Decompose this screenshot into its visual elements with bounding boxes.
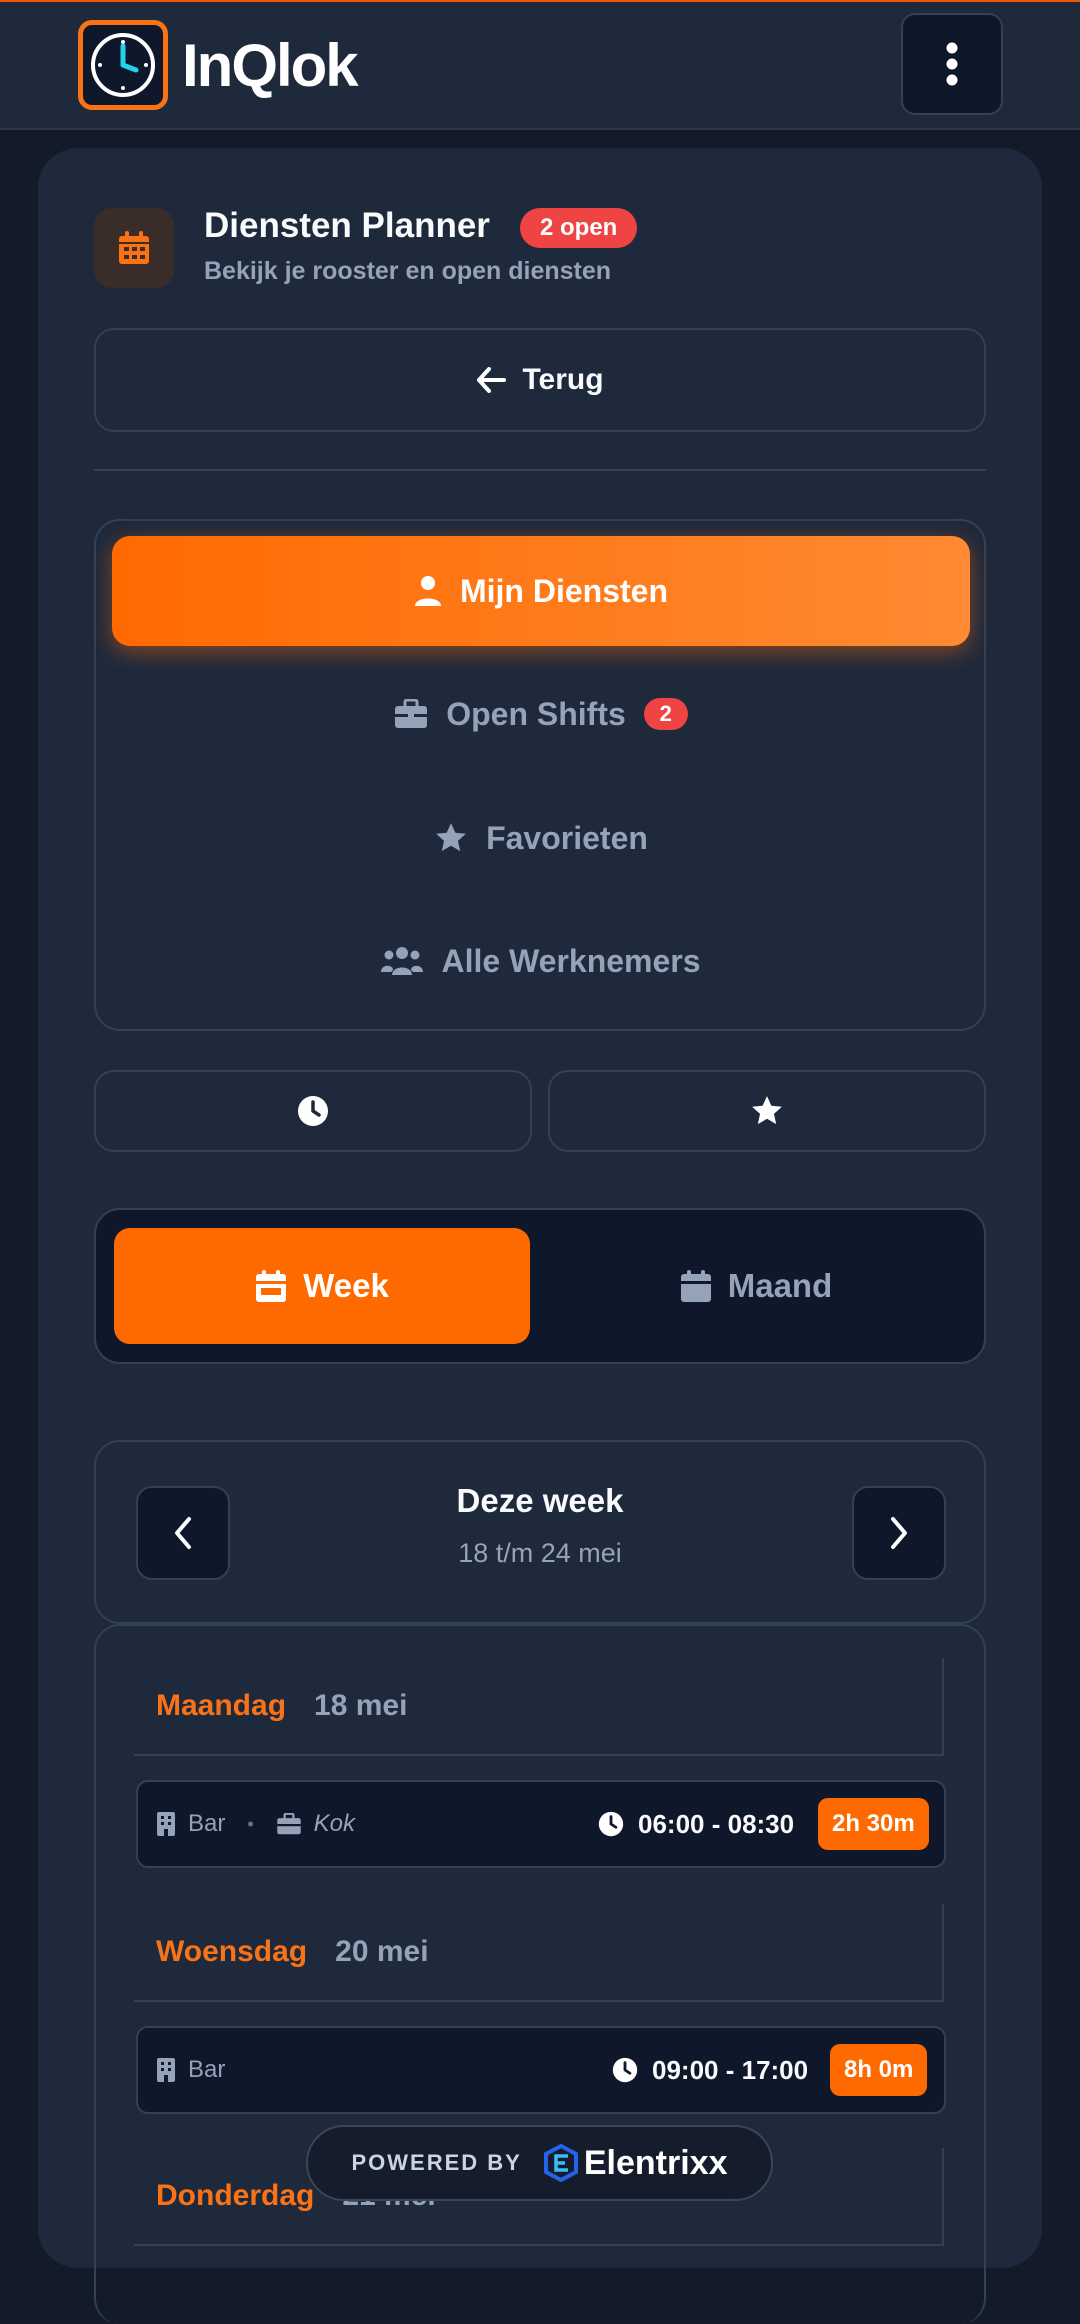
brand-name: Elentrixx <box>583 2143 728 2182</box>
tab-label: Alle Werknemers <box>441 942 701 979</box>
briefcase-icon <box>395 699 428 728</box>
day-name: Donderdag <box>156 2179 315 2212</box>
powered-by-badge[interactable]: POWERED BY Elentrixx <box>306 2125 773 2201</box>
clock-filter-button[interactable] <box>94 1070 532 1152</box>
kebab-menu-icon <box>946 42 958 86</box>
arrow-left-icon <box>477 367 507 393</box>
calendar-week-icon <box>256 1270 287 1302</box>
open-count-badge: 2 open <box>520 208 638 248</box>
briefcase-icon <box>276 1813 301 1835</box>
shift-item[interactable]: Bar 09:00 - 17:00 8h 0m <box>136 2026 946 2114</box>
shift-time: 09:00 - 17:00 <box>612 2028 808 2112</box>
app-logo[interactable]: InQlok <box>78 20 359 110</box>
day-name: Woensdag <box>156 1935 308 1968</box>
view-nav: Mijn Diensten Open Shifts 2 Favorieten A… <box>94 519 986 1031</box>
brand-logo: Elentrixx <box>543 2143 728 2183</box>
tab-label: Open Shifts <box>446 695 626 732</box>
building-icon <box>157 1812 175 1836</box>
day-name: Maandag <box>156 1689 287 1722</box>
open-shifts-badge: 2 <box>643 698 688 730</box>
star-icon <box>752 1096 782 1125</box>
more-menu-button[interactable] <box>901 13 1003 115</box>
page-subtitle: Bekijk je rooster en open diensten <box>204 257 612 285</box>
role-name: Kok <box>313 1810 356 1837</box>
week-title: Deze week <box>456 1482 624 1519</box>
calendar-icon <box>94 208 174 288</box>
day-header: Maandag 18 mei <box>134 1658 944 1756</box>
clock-icon <box>612 2057 638 2083</box>
clock-icon <box>298 1096 328 1126</box>
month-view-button[interactable]: Maand <box>548 1228 964 1344</box>
month-label: Maand <box>727 1267 833 1304</box>
favorite-filter-button[interactable] <box>548 1070 986 1152</box>
users-icon <box>381 947 424 975</box>
next-week-button[interactable] <box>852 1486 946 1580</box>
duration-badge: 2h 30m <box>818 1798 929 1850</box>
back-label: Terug <box>522 363 604 396</box>
star-icon <box>436 823 466 852</box>
week-navigator: Deze week 18 t/m 24 mei <box>94 1440 986 1624</box>
logo-text: InQlok <box>182 31 359 99</box>
tab-mijn-diensten[interactable]: Mijn Diensten <box>112 536 970 646</box>
tab-open-shifts[interactable]: Open Shifts 2 <box>112 659 970 769</box>
shift-item[interactable]: Bar • Kok 06:00 - 08:30 2h 30m <box>136 1780 946 1868</box>
clock-icon <box>598 1811 624 1837</box>
tab-alle-werknemers[interactable]: Alle Werknemers <box>112 906 970 1016</box>
page-title: Diensten Planner <box>204 206 490 245</box>
location-name: Bar <box>188 2056 226 2083</box>
calendar-month-icon <box>680 1270 711 1302</box>
logo-clock-icon <box>78 20 168 110</box>
elentrixx-logo-icon <box>543 2144 578 2182</box>
day-date: 20 mei <box>335 1935 429 1968</box>
day-header: Woensdag 20 mei <box>134 1904 944 2002</box>
tab-favorieten[interactable]: Favorieten <box>112 783 970 893</box>
view-toggle: Week Maand <box>94 1208 986 1364</box>
powered-by-label: POWERED BY <box>351 2150 522 2175</box>
shift-time: 06:00 - 08:30 <box>598 1782 794 1866</box>
chevron-right-icon <box>891 1517 907 1549</box>
user-icon <box>414 576 441 606</box>
shift-location: Bar • Kok <box>156 1782 355 1866</box>
tab-label: Favorieten <box>486 819 648 856</box>
week-label: Week <box>303 1267 389 1304</box>
location-name: Bar <box>188 1810 226 1837</box>
back-button[interactable]: Terug <box>94 328 986 432</box>
building-icon <box>157 2058 175 2082</box>
week-range: 18 t/m 24 mei <box>458 1538 622 1568</box>
day-date: 18 mei <box>314 1689 408 1722</box>
shift-list: Maandag 18 mei Bar • Kok 06:00 - 08:30 2… <box>94 1624 986 2324</box>
duration-badge: 8h 0m <box>830 2044 928 2096</box>
week-view-button[interactable]: Week <box>114 1228 530 1344</box>
time-range: 06:00 - 08:30 <box>638 1808 795 1839</box>
separator-dot: • <box>247 1813 254 1834</box>
divider <box>94 469 986 471</box>
shift-location: Bar <box>156 2028 225 2112</box>
time-range: 09:00 - 17:00 <box>652 2054 809 2085</box>
top-bar: InQlok <box>0 0 1080 130</box>
tab-label: Mijn Diensten <box>459 572 668 609</box>
